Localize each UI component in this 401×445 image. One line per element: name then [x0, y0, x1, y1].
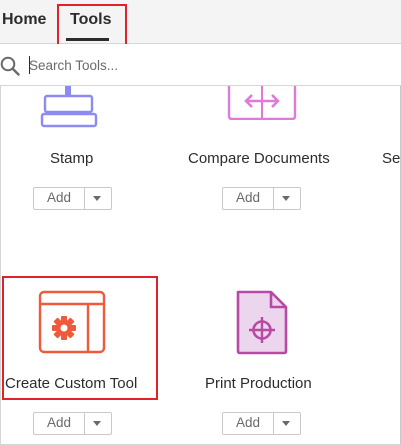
chevron-down-icon: [282, 196, 290, 201]
tool-label-stamp: Stamp: [50, 150, 94, 167]
add-button-print-production: Add: [222, 412, 301, 435]
add-button[interactable]: Add: [223, 188, 274, 209]
tools-tab-highlight: [57, 4, 127, 49]
chevron-down-icon: [282, 421, 290, 426]
add-button-stamp: Add: [33, 187, 112, 210]
chevron-down-icon: [93, 421, 101, 426]
add-dropdown-button[interactable]: [85, 413, 111, 434]
search-input[interactable]: [29, 53, 389, 77]
add-button[interactable]: Add: [34, 188, 85, 209]
add-button[interactable]: Add: [34, 413, 85, 434]
add-dropdown-button[interactable]: [274, 188, 300, 209]
add-button-compare-documents: Add: [222, 187, 301, 210]
add-dropdown-button[interactable]: [85, 188, 111, 209]
tool-label-partial: Se: [382, 150, 401, 167]
create-custom-tool-highlight: [2, 276, 158, 400]
chevron-down-icon: [93, 196, 101, 201]
compare-documents-icon[interactable]: [226, 86, 298, 120]
add-button-create-custom-tool: Add: [33, 412, 112, 435]
text-cursor: [29, 56, 30, 74]
stamp-icon[interactable]: [38, 86, 100, 130]
search-icon: [0, 56, 20, 76]
print-production-icon[interactable]: [235, 289, 289, 355]
tab-home[interactable]: Home: [2, 0, 46, 44]
add-dropdown-button[interactable]: [274, 413, 300, 434]
tool-label-compare-documents: Compare Documents: [188, 150, 330, 167]
add-button[interactable]: Add: [223, 413, 274, 434]
tool-label-print-production: Print Production: [205, 375, 312, 392]
